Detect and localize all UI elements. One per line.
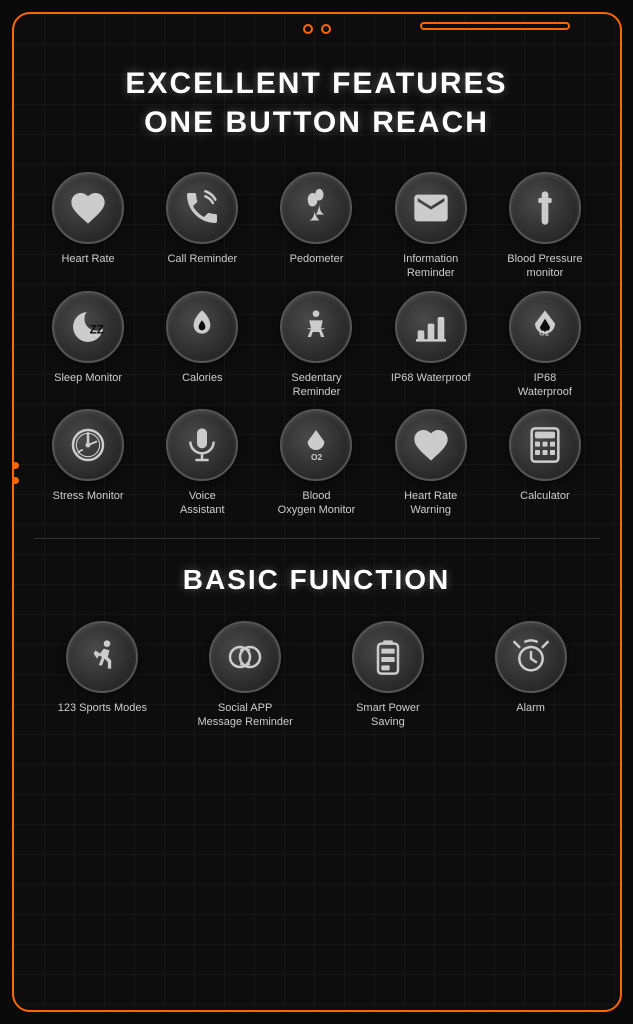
label-heart-rate: Heart Rate bbox=[61, 252, 114, 266]
svg-text:ZZ: ZZ bbox=[90, 323, 104, 336]
feature-exercise-data: IP68 Waterproof bbox=[376, 291, 485, 400]
icon-calories bbox=[166, 291, 238, 363]
icon-heart-rate-warning bbox=[395, 409, 467, 481]
label-exercise-data: IP68 Waterproof bbox=[391, 371, 471, 385]
icon-sleep-monitor: ZZ bbox=[52, 291, 124, 363]
label-blood-oxygen: BloodOxygen Monitor bbox=[278, 489, 356, 518]
side-dot-top bbox=[12, 462, 19, 469]
icon-blood-oxygen: O2 bbox=[280, 409, 352, 481]
svg-text:O2: O2 bbox=[311, 452, 322, 462]
feature-sports-modes: 123 Sports Modes bbox=[34, 621, 172, 730]
icon-sedentary bbox=[280, 291, 352, 363]
icon-info-reminder bbox=[395, 172, 467, 244]
main-title: EXCELLENT FEATURES ONE BUTTON REACH bbox=[34, 64, 600, 142]
icon-calculator bbox=[509, 409, 581, 481]
icon-exercise-data bbox=[395, 291, 467, 363]
label-alarm: Alarm bbox=[516, 701, 545, 715]
icon-power-saving bbox=[352, 621, 424, 693]
label-heart-rate-warning: Heart RateWarning bbox=[404, 489, 457, 518]
feature-sleep-monitor: ZZ Sleep Monitor bbox=[34, 291, 143, 400]
label-social-app: Social APPMessage Reminder bbox=[197, 701, 292, 730]
icon-call-reminder bbox=[166, 172, 238, 244]
basic-features-grid: 123 Sports Modes Social APPMessage Remin… bbox=[34, 621, 600, 730]
icon-pedometer bbox=[280, 172, 352, 244]
feature-heart-rate: Heart Rate bbox=[34, 172, 143, 281]
feature-sedentary: SedentaryReminder bbox=[262, 291, 371, 400]
label-calories: Calories bbox=[182, 371, 222, 385]
top-bar-deco bbox=[420, 22, 570, 30]
feature-info-reminder: InformationReminder bbox=[376, 172, 485, 281]
feature-voice-assistant: VoiceAssistant bbox=[148, 409, 257, 518]
features-grid: Heart Rate Call Reminder bbox=[34, 172, 600, 518]
label-sports-modes: 123 Sports Modes bbox=[58, 701, 147, 715]
feature-blood-pressure: Blood Pressuremonitor bbox=[490, 172, 599, 281]
label-pedometer: Pedometer bbox=[290, 252, 344, 266]
section-title-basic: BASIC FUNCTION bbox=[34, 564, 600, 596]
icon-ip68: O2 bbox=[509, 291, 581, 363]
feature-alarm: Alarm bbox=[462, 621, 600, 730]
svg-text:O2: O2 bbox=[539, 328, 549, 337]
main-frame: EXCELLENT FEATURES ONE BUTTON REACH Hear… bbox=[12, 12, 622, 1012]
feature-heart-rate-warning: Heart RateWarning bbox=[376, 409, 485, 518]
feature-calculator: Calculator bbox=[490, 409, 599, 518]
label-call-reminder: Call Reminder bbox=[167, 252, 237, 266]
feature-social-app: Social APPMessage Reminder bbox=[176, 621, 314, 730]
icon-heart-rate bbox=[52, 172, 124, 244]
divider bbox=[34, 538, 600, 539]
feature-ip68: O2 IP68Waterproof bbox=[490, 291, 599, 400]
icon-social-app bbox=[209, 621, 281, 693]
feature-stress-monitor: Stress Monitor bbox=[34, 409, 143, 518]
label-sleep-monitor: Sleep Monitor bbox=[54, 371, 122, 385]
label-info-reminder: InformationReminder bbox=[403, 252, 458, 281]
feature-power-saving: Smart PowerSaving bbox=[319, 621, 457, 730]
icon-alarm bbox=[495, 621, 567, 693]
feature-blood-oxygen: O2 BloodOxygen Monitor bbox=[262, 409, 371, 518]
label-blood-pressure: Blood Pressuremonitor bbox=[507, 252, 582, 281]
label-voice-assistant: VoiceAssistant bbox=[180, 489, 225, 518]
label-stress-monitor: Stress Monitor bbox=[53, 489, 124, 503]
icon-voice-assistant bbox=[166, 409, 238, 481]
label-sedentary: SedentaryReminder bbox=[291, 371, 341, 400]
icon-stress-monitor bbox=[52, 409, 124, 481]
label-calculator: Calculator bbox=[520, 489, 570, 503]
label-ip68: IP68Waterproof bbox=[518, 371, 572, 400]
side-dots bbox=[12, 462, 19, 484]
side-dot-bottom bbox=[12, 477, 19, 484]
icon-sports-modes bbox=[66, 621, 138, 693]
top-dot-left bbox=[303, 24, 313, 34]
feature-pedometer: Pedometer bbox=[262, 172, 371, 281]
feature-calories: Calories bbox=[148, 291, 257, 400]
top-dot-right bbox=[321, 24, 331, 34]
icon-blood-pressure bbox=[509, 172, 581, 244]
feature-call-reminder: Call Reminder bbox=[148, 172, 257, 281]
label-power-saving: Smart PowerSaving bbox=[356, 701, 420, 730]
